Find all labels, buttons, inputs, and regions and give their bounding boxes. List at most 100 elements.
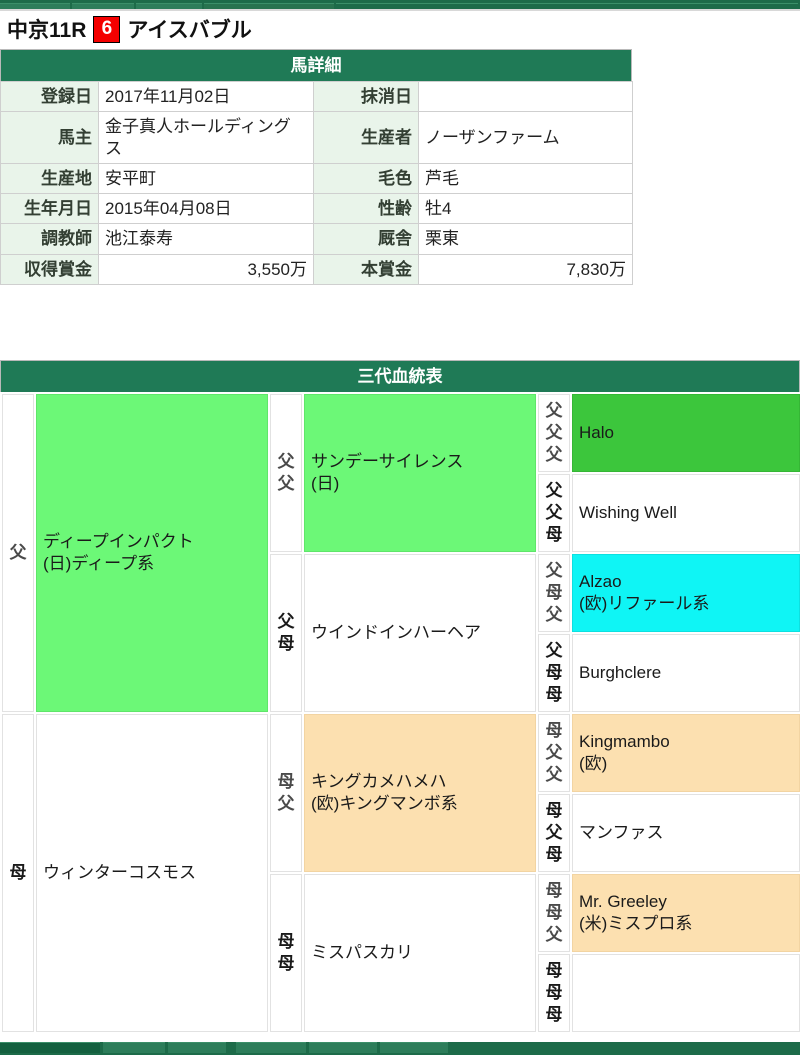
horse-name-title: アイスバブル	[127, 19, 252, 42]
bottom-nav-bar[interactable]	[0, 1042, 800, 1055]
pedigree-gen-mark-ggen3-7: 母母母	[538, 954, 570, 1032]
bottom-nav-item-1[interactable]	[0, 1042, 100, 1053]
gen-mark-glyph: 母	[277, 932, 295, 952]
frame-number-badge: 6	[93, 15, 121, 43]
detail-value-left: 安平町	[98, 162, 314, 195]
detail-value-right: 芦毛	[418, 162, 633, 195]
bottom-nav-item-6[interactable]	[380, 1042, 448, 1053]
bottom-nav-item-2[interactable]	[103, 1042, 165, 1053]
detail-label-right: 厩舎	[313, 223, 419, 255]
gen-mark-glyph: 父	[277, 612, 295, 632]
table-row: 登録日 2017年11月02日 抹消日	[0, 80, 633, 113]
pedigree-row: 父ディープインパクト (日)ディープ系父父サンデーサイレンス (日) 父父父 Halo	[2, 394, 800, 712]
horse-detail-section-title: 馬詳細	[0, 49, 632, 81]
gen-mark-glyph: 母	[545, 663, 563, 683]
pedigree-horse-name: Mr. Greeley	[579, 892, 667, 912]
pedigree-horse-cell-gen3-7[interactable]	[572, 954, 800, 1032]
detail-label-left: 生年月日	[0, 192, 99, 225]
gen-mark-glyph: 母	[545, 844, 563, 864]
pedigree-horse-cell-gen3-3[interactable]: Burghclere	[572, 634, 800, 712]
pedigree-gen-mark-ggen2-3: 母母	[270, 874, 302, 1032]
gen-mark-glyph: 母	[9, 863, 27, 883]
table-row: 収得賞金 3,550万 本賞金 7,830万	[0, 253, 633, 285]
pedigree-horse-cell-gen1-0[interactable]: ディープインパクト (日)ディープ系	[36, 394, 268, 712]
gen-mark-glyph: 父	[545, 481, 563, 501]
pedigree-gen-mark-ggen1-0: 父	[2, 394, 34, 712]
pedigree-gen-mark-ggen3-0: 父父父	[538, 394, 570, 472]
gen-mark-glyph: 母	[545, 1004, 563, 1024]
pedigree-horse-name: ディープインパクト	[43, 532, 194, 552]
pedigree-horse-name: Burghclere	[579, 663, 662, 683]
pedigree-gen-mark-ggen3-5: 母父母	[538, 794, 570, 872]
detail-value-left: 2017年11月02日	[98, 80, 314, 113]
pedigree-gen-mark-ggen3-2: 父母父	[538, 554, 570, 632]
detail-label-left: 登録日	[0, 80, 99, 113]
pedigree-horse-name: Halo	[579, 423, 614, 443]
gen-mark-glyph: 父	[545, 823, 563, 843]
horse-detail-section: 馬詳細 登録日 2017年11月02日 抹消日 馬主 金子真人ホールディングス 生産者 ノー…	[0, 49, 633, 285]
bottom-nav-item-3[interactable]	[168, 1042, 226, 1053]
pedigree-horse-name: ウィンターコスモス	[43, 863, 196, 883]
detail-label-right: 抹消日	[313, 80, 419, 113]
detail-label-left: 調教師	[0, 223, 99, 255]
pedigree-section: 三代血統表 父ディープインパクト (日)ディープ系父父サンデーサイレンス (日) 父父…	[0, 360, 800, 1034]
pedigree-horse-name: Alzao	[579, 572, 622, 592]
pedigree-horse-cell-gen3-6[interactable]: Mr. Greeley (米)ミスプロ系	[572, 874, 800, 952]
detail-label-left: 収得賞金	[0, 253, 99, 285]
gen-mark-glyph: 父	[545, 641, 563, 661]
pedigree-horse-cell-gen2-2[interactable]: キングカメハメハ (欧)キングマンボ系	[304, 714, 536, 872]
gen-mark-glyph: 母	[277, 954, 295, 973]
detail-label-right: 本賞金	[313, 253, 419, 285]
gen-mark-glyph: 父	[545, 444, 563, 464]
horse-detail-page: 中京11R 6 アイスバブル 馬詳細 登録日 2017年11月02日 抹消日 馬主 金子…	[0, 0, 800, 1055]
pedigree-horse-name: ミスパスカリ	[311, 943, 413, 963]
pedigree-horse-cell-gen3-0[interactable]: Halo	[572, 394, 800, 472]
gen-mark-glyph: 母	[545, 684, 563, 704]
race-course-label: 中京11R	[7, 19, 87, 42]
gen-mark-glyph: 母	[545, 721, 563, 741]
pedigree-section-title: 三代血統表	[0, 360, 800, 392]
detail-value-left: 池江泰寿	[98, 223, 314, 255]
pedigree-gen-mark-ggen3-4: 母父父	[538, 714, 570, 792]
pedigree-gen-mark-ggen3-6: 母母父	[538, 874, 570, 952]
table-row: 生年月日 2015年04月08日 性齢 牡4	[0, 192, 633, 225]
pedigree-horse-name: Wishing Well	[579, 503, 677, 523]
detail-label-right: 毛色	[313, 162, 419, 195]
detail-value-right	[418, 80, 633, 113]
bottom-nav-item-5[interactable]	[309, 1042, 377, 1053]
gen-mark-glyph: 父	[545, 423, 563, 443]
pedigree-horse-name: キングカメハメハ	[311, 772, 447, 792]
gen-mark-glyph: 父	[9, 543, 27, 563]
pedigree-horse-cell-gen2-3[interactable]: ミスパスカリ	[304, 874, 536, 1032]
gen-mark-glyph: 母	[545, 983, 563, 1003]
pedigree-gen-mark-ggen2-2: 母父	[270, 714, 302, 872]
gen-mark-glyph: 父	[277, 452, 295, 472]
pedigree-horse-line: (日)	[311, 474, 340, 493]
pedigree-gen-mark-ggen3-1: 父父母	[538, 474, 570, 552]
pedigree-horse-cell-gen1-1[interactable]: ウィンターコスモス	[36, 714, 268, 1032]
race-header: 中京11R 6 アイスバブル	[0, 11, 800, 47]
gen-mark-glyph: 父	[545, 503, 563, 523]
pedigree-horse-cell-gen3-2[interactable]: Alzao (欧)リファール系	[572, 554, 800, 632]
gen-mark-glyph: 父	[277, 794, 295, 813]
pedigree-table: 父ディープインパクト (日)ディープ系父父サンデーサイレンス (日) 父父父 Halo 父…	[0, 392, 800, 1034]
gen-mark-glyph: 母	[545, 903, 563, 923]
table-row: 調教師 池江泰寿 厩舎 栗東	[0, 223, 633, 255]
pedigree-horse-cell-gen3-1[interactable]: Wishing Well	[572, 474, 800, 552]
bottom-nav-item-4[interactable]	[236, 1042, 306, 1053]
pedigree-horse-cell-gen3-4[interactable]: Kingmambo (欧)	[572, 714, 800, 792]
detail-value-left: 金子真人ホールディングス	[98, 111, 314, 164]
bottom-nav-rest	[451, 1042, 797, 1053]
gen-mark-glyph: 父	[545, 561, 563, 581]
gen-mark-glyph: 母	[277, 634, 295, 653]
gen-mark-glyph: 母	[545, 801, 563, 821]
gen-mark-glyph: 父	[545, 764, 563, 784]
pedigree-horse-line: (欧)	[579, 754, 608, 773]
detail-value-right: 7,830万	[418, 253, 633, 285]
detail-value-right: ノーザンファーム	[418, 111, 633, 164]
detail-value-right: 栗東	[418, 223, 633, 255]
pedigree-horse-cell-gen3-5[interactable]: マンファス	[572, 794, 800, 872]
pedigree-horse-cell-gen2-1[interactable]: ウインドインハーヘア	[304, 554, 536, 712]
pedigree-horse-cell-gen2-0[interactable]: サンデーサイレンス (日)	[304, 394, 536, 552]
detail-label-right: 生産者	[313, 111, 419, 164]
